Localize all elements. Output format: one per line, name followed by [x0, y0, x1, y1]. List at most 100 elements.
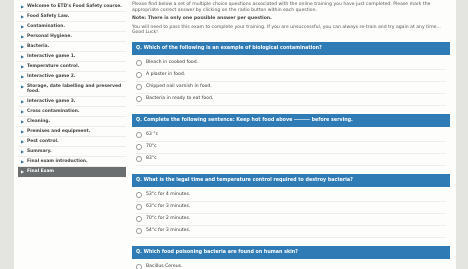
sidebar-item[interactable]: ▶ Premises and equipment. [18, 127, 126, 137]
sidebar-item[interactable]: ▶ Bacteria. [18, 42, 126, 52]
sidebar-item[interactable]: ▶ Final Exam [18, 167, 126, 177]
radio-button[interactable] [136, 60, 142, 66]
question-block: Q. Which food poisoning bacteria are fou… [132, 245, 450, 269]
sidebar-item-label: Summary. [27, 149, 52, 154]
exam-intro: Please find below a set of multiple choi… [132, 2, 450, 36]
sidebar-item[interactable]: ▶ Interactive game 3. [18, 97, 126, 107]
sidebar-item-label: Interactive game 2. [27, 74, 76, 79]
radio-button[interactable] [136, 192, 142, 198]
nav-arrow-icon: ▶ [21, 14, 25, 19]
sidebar-item-label: Final Exam [27, 169, 54, 174]
answer-option[interactable]: 70°c for 2 minutes. [136, 214, 446, 226]
nav-arrow-icon: ▶ [21, 139, 25, 144]
answer-option[interactable]: Chipped nail varnish in food. [136, 82, 446, 94]
nav-arrow-icon: ▶ [21, 109, 25, 114]
answer-label: 70°c [146, 144, 157, 150]
answer-label: 70°c for 2 minutes. [146, 216, 191, 222]
question-block: Q. Complete the following sentence: Keep… [132, 113, 450, 168]
answer-option[interactable]: Bacillus Cereus. [136, 262, 446, 269]
nav-arrow-icon: ▶ [21, 129, 25, 134]
answer-option[interactable]: 63°c for 3 minutes. [136, 202, 446, 214]
sidebar-item-label: Bacteria. [27, 44, 50, 49]
sidebar-item[interactable]: ▶ Pest control. [18, 137, 126, 147]
sidebar-item-label: Premises and equipment. [27, 129, 91, 134]
exam-main: Please find below a set of multiple choi… [132, 2, 450, 269]
course-sidebar: ▶ Welcome to ETD's Food Safety course. ▶ Fo… [18, 2, 126, 269]
sidebar-item-label: Interactive game 1. [27, 54, 76, 59]
sidebar-item[interactable]: ▶ Interactive game 1. [18, 52, 126, 62]
sidebar-item-label: Pest control. [27, 139, 59, 144]
sidebar-item-label: Cross contamination. [27, 109, 80, 114]
answer-option[interactable]: 53°c for 4 minutes. [136, 190, 446, 202]
sidebar-item[interactable]: ▶ Personal Hygiene. [18, 32, 126, 42]
answer-option[interactable]: Bacteria in ready to eat food. [136, 94, 446, 106]
nav-arrow-icon: ▶ [21, 34, 25, 39]
sidebar-item[interactable]: ▶ Final exam introduction. [18, 157, 126, 167]
nav-arrow-icon: ▶ [21, 4, 25, 9]
question-options: Bacillus Cereus. [132, 259, 450, 269]
nav-arrow-icon: ▶ [21, 99, 25, 104]
question-title: Q. What is the legal time and temperatur… [132, 173, 450, 187]
nav-arrow-icon: ▶ [21, 84, 25, 89]
question-title: Q. Which food poisoning bacteria are fou… [132, 245, 450, 259]
sidebar-item[interactable]: ▶ Storage, date labelling and preserved f… [18, 82, 126, 97]
nav-arrow-icon: ▶ [21, 24, 25, 29]
sidebar-item-label: Final exam introduction. [27, 159, 88, 164]
radio-button[interactable] [136, 96, 142, 102]
sidebar-item[interactable]: ▶ Cleaning. [18, 117, 126, 127]
radio-button[interactable] [136, 228, 142, 234]
sidebar-item[interactable]: ▶ Summary. [18, 147, 126, 157]
radio-button[interactable] [136, 204, 142, 210]
nav-arrow-icon: ▶ [21, 54, 25, 59]
radio-button[interactable] [136, 216, 142, 222]
sidebar-item-label: Personal Hygiene. [27, 34, 73, 39]
sidebar-item-label: Temperature control. [27, 64, 80, 69]
answer-label: 63°c for 3 minutes. [146, 204, 191, 210]
question-title: Q. Complete the following sentence: Keep… [132, 113, 450, 127]
question-title: Q. Which of the following is an example … [132, 41, 450, 55]
radio-button[interactable] [136, 144, 142, 150]
sidebar-item[interactable]: ▶ Cross contamination. [18, 107, 126, 117]
question-list: Q. Which of the following is an example … [132, 41, 450, 269]
answer-label: 53°c for 4 minutes. [146, 192, 191, 198]
question-block: Q. Which of the following is an example … [132, 41, 450, 108]
answer-option[interactable]: A plaster in food. [136, 70, 446, 82]
intro-paragraph: Please find below a set of multiple choi… [132, 2, 431, 13]
sidebar-item[interactable]: ▶ Interactive game 2. [18, 72, 126, 82]
nav-arrow-icon: ▶ [21, 159, 25, 164]
nav-arrow-icon: ▶ [21, 64, 25, 69]
answer-label: Chipped nail varnish in food. [146, 84, 212, 90]
answer-label: A plaster in food. [146, 72, 186, 78]
sidebar-item-label: Food Safety Law. [27, 14, 70, 19]
radio-button[interactable] [136, 156, 142, 162]
radio-button[interactable] [136, 132, 142, 138]
answer-label: Bacillus Cereus. [146, 264, 183, 269]
answer-option[interactable]: 83°c [136, 154, 446, 166]
nav-arrow-icon: ▶ [21, 74, 25, 79]
sidebar-item[interactable]: ▶ Contamination. [18, 22, 126, 32]
sidebar-item[interactable]: ▶ Temperature control. [18, 62, 126, 72]
nav-arrow-icon: ▶ [21, 44, 25, 49]
sidebar-item-label: Cleaning. [27, 119, 51, 124]
answer-label: 83°c [146, 156, 157, 162]
sidebar-item-label: Contamination. [27, 24, 66, 29]
sidebar-item[interactable]: ▶ Food Safety Law. [18, 12, 126, 22]
radio-button[interactable] [136, 264, 142, 269]
nav-arrow-icon: ▶ [21, 119, 25, 124]
sidebar-item[interactable]: ▶ Welcome to ETD's Food Safety course. [18, 2, 126, 12]
answer-option[interactable]: Bleach in cooked food. [136, 58, 446, 70]
question-options: 63 °c 70°c 83°c [132, 127, 450, 168]
answer-option[interactable]: 54°c for 3 minutes. [136, 226, 446, 238]
question-block: Q. What is the legal time and temperatur… [132, 173, 450, 240]
answer-label: Bleach in cooked food. [146, 60, 199, 66]
answer-option[interactable]: 63 °c [136, 130, 446, 142]
answer-option[interactable]: 70°c [136, 142, 446, 154]
sidebar-item-label: Storage, date labelling and preserved fo… [27, 84, 122, 94]
answer-label: 63 °c [146, 132, 159, 138]
intro-pass-info: You will need to pass this exam to compl… [132, 24, 441, 36]
radio-button[interactable] [136, 84, 142, 90]
nav-arrow-icon: ▶ [21, 169, 25, 174]
radio-button[interactable] [136, 72, 142, 78]
intro-note: Note: There is only one possible answer … [132, 16, 272, 21]
nav-arrow-icon: ▶ [21, 149, 25, 154]
